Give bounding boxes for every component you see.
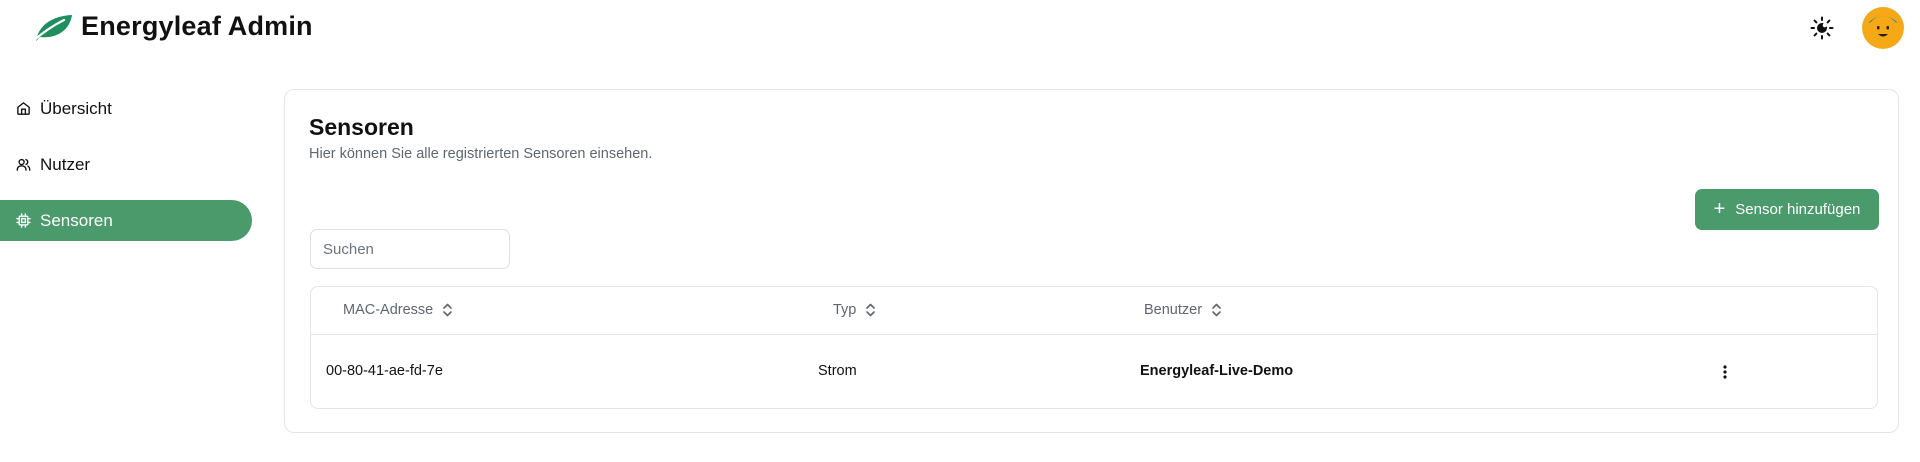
sensors-table: MAC-Adresse Typ Benutzer 00-80-41-ae-fd-… xyxy=(310,286,1878,409)
column-header-label: MAC-Adresse xyxy=(343,302,434,318)
add-sensor-button[interactable]: + Sensor hinzufügen xyxy=(1695,189,1879,230)
sidebar-item-sensoren[interactable]: Sensoren xyxy=(0,200,252,241)
sort-icon xyxy=(865,303,876,317)
sidebar-item-label: Sensoren xyxy=(40,210,113,230)
column-header-label: Benutzer xyxy=(1144,302,1203,318)
sidebar-item-label: Übersicht xyxy=(40,98,112,118)
cell-mac: 00-80-41-ae-fd-7e xyxy=(326,363,443,379)
page-title: Sensoren xyxy=(309,114,414,140)
page-subtitle: Hier können Sie alle registrierten Senso… xyxy=(309,146,653,162)
table-row: 00-80-41-ae-fd-7e Strom Energyleaf-Live-… xyxy=(311,335,1877,409)
sidebar-item-label: Nutzer xyxy=(40,154,91,174)
avatar[interactable] xyxy=(1862,7,1904,49)
cpu-icon xyxy=(16,213,31,228)
sidebar-item-uebersicht[interactable]: Übersicht xyxy=(0,88,252,129)
home-icon xyxy=(16,101,31,116)
sensors-card: Sensoren Hier können Sie alle registrier… xyxy=(284,89,1899,433)
theme-toggle-button[interactable] xyxy=(1808,14,1836,42)
column-header-benutzer[interactable]: Benutzer xyxy=(1144,302,1222,318)
cell-type: Strom xyxy=(818,363,857,379)
cell-user: Energyleaf-Live-Demo xyxy=(1140,363,1294,379)
column-header-typ[interactable]: Typ xyxy=(833,302,876,318)
table-header: MAC-Adresse Typ Benutzer xyxy=(311,287,1877,335)
sort-icon xyxy=(442,303,453,317)
add-sensor-label: Sensor hinzufügen xyxy=(1735,201,1861,218)
column-header-label: Typ xyxy=(833,302,857,318)
app-title: Energyleaf Admin xyxy=(81,11,313,41)
users-icon xyxy=(16,157,31,172)
sidebar: Übersicht Nutzer Sensoren xyxy=(0,88,252,256)
row-actions-button[interactable] xyxy=(1713,357,1737,387)
sun-moon-icon xyxy=(1810,16,1834,40)
more-vertical-icon xyxy=(1723,365,1727,379)
smiley-avatar-icon xyxy=(1862,7,1904,49)
leaf-icon xyxy=(30,15,72,43)
search-input[interactable] xyxy=(310,229,510,269)
sidebar-item-nutzer[interactable]: Nutzer xyxy=(0,144,252,185)
header: Energyleaf Admin xyxy=(0,0,1920,60)
plus-icon: + xyxy=(1713,197,1726,220)
sort-icon xyxy=(1211,303,1222,317)
column-header-mac[interactable]: MAC-Adresse xyxy=(343,302,453,318)
